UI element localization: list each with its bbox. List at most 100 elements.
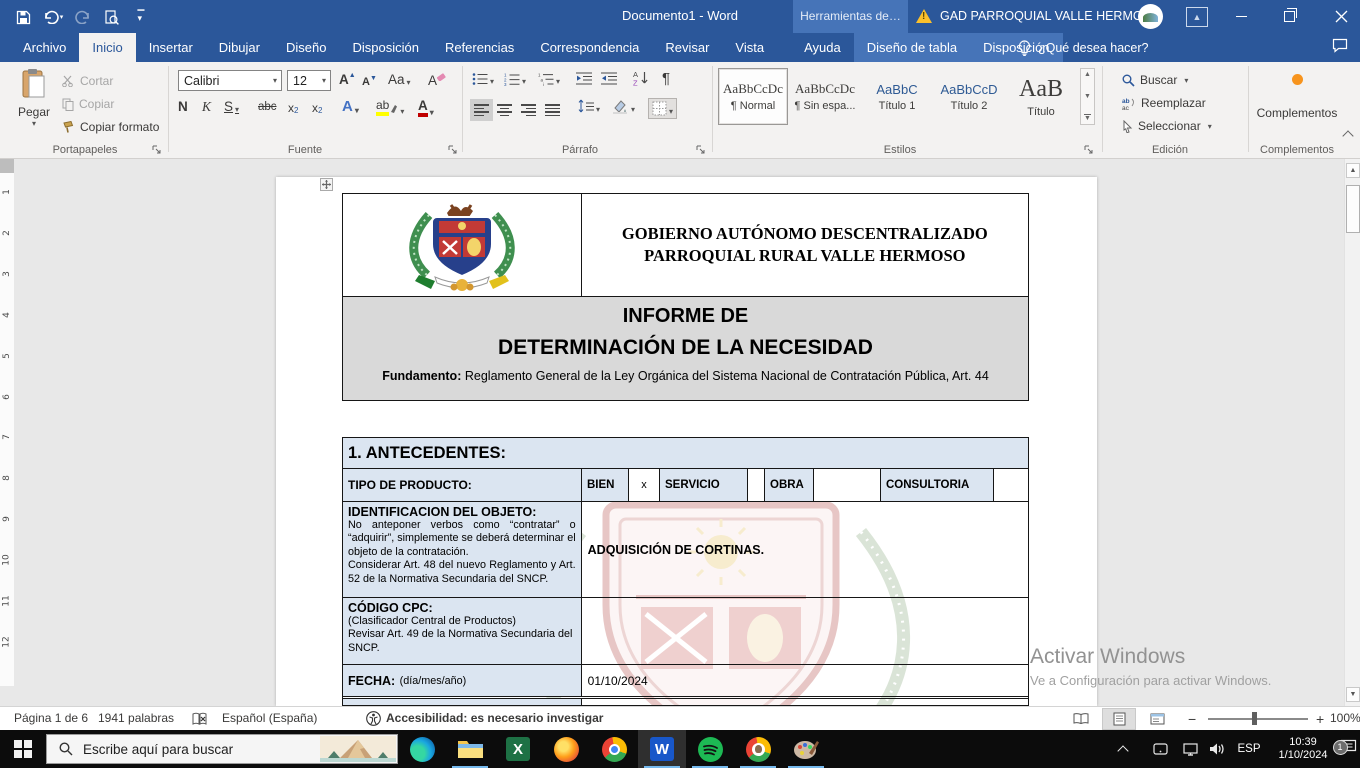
font-name-combo[interactable]: Calibri▾ [178, 70, 282, 91]
taskbar-paint-palette-app-icon[interactable] [782, 730, 830, 768]
style-card[interactable]: AaBbCcDc ¶ Sin espa... [790, 68, 860, 125]
style-card[interactable]: AaBbCcDc ¶ Normal [718, 68, 788, 125]
word-count[interactable]: 1941 palabras [98, 711, 174, 725]
fecha-value-cell[interactable]: 01/10/2024 [581, 665, 1028, 696]
zoom-out-button[interactable]: − [1188, 711, 1196, 727]
ribbon-tab[interactable]: Vista [722, 33, 777, 62]
zoom-slider-thumb[interactable] [1252, 712, 1257, 725]
decrease-indent-button[interactable] [576, 72, 592, 85]
ribbon-display-options-button[interactable]: ▲ [1186, 7, 1208, 27]
comments-icon[interactable] [1332, 38, 1348, 58]
taskbar-spotify-icon[interactable] [686, 730, 734, 768]
tray-device-icon[interactable] [1148, 730, 1172, 768]
save-icon[interactable] [12, 7, 34, 27]
font-size-combo[interactable]: 12▾ [287, 70, 331, 91]
ribbon-tab[interactable]: Diseño [273, 33, 339, 62]
tell-me-box[interactable]: ¿Qué desea hacer? [1018, 33, 1149, 62]
taskbar-edge-icon[interactable] [398, 730, 446, 768]
header-table[interactable]: GOBIERNO AUTÓNOMO DESCENTRALIZADO PARROQ… [342, 193, 1029, 401]
taskbar-search[interactable]: Escribe aquí para buscar [46, 734, 398, 764]
ribbon-tab[interactable]: Dibujar [206, 33, 273, 62]
warning-icon[interactable]: ! [916, 9, 932, 23]
italic-button[interactable]: K [202, 99, 211, 115]
style-card[interactable]: AaB Título [1006, 68, 1076, 125]
justify-button[interactable] [545, 102, 560, 118]
taskbar-firefox-icon[interactable] [542, 730, 590, 768]
ribbon-tab[interactable]: Correspondencia [527, 33, 652, 62]
font-color-button[interactable]: A▾ [418, 98, 434, 117]
numbering-button[interactable]: 123▾ [504, 72, 526, 86]
ribbon-tab[interactable]: Revisar [652, 33, 722, 62]
scroll-up-button[interactable]: ▲ [1346, 163, 1360, 178]
tray-network-icon[interactable] [1178, 730, 1202, 768]
restore-button[interactable] [1272, 0, 1306, 33]
ribbon-tab[interactable]: Archivo [10, 33, 79, 62]
subscript-button[interactable]: x2 [288, 101, 298, 115]
highlight-color-button[interactable]: ab▾ [376, 98, 404, 116]
styles-gallery-scroll[interactable]: ▲▼▼ [1080, 68, 1095, 125]
language-indicator[interactable]: Español (España) [222, 711, 317, 725]
align-right-button[interactable] [521, 102, 536, 118]
redo-button[interactable] [72, 7, 94, 27]
text-effects-button[interactable]: A▾ [342, 98, 359, 115]
clear-formatting-button[interactable]: A [428, 72, 446, 88]
paste-button[interactable]: Pegar ▾ [14, 68, 54, 138]
document-page[interactable]: E HERMOSO TURÍSTICO Y PRODUCTIVO [276, 177, 1097, 706]
ribbon-tab[interactable]: Ayuda [791, 33, 854, 62]
line-spacing-button[interactable]: ▾ [578, 99, 600, 114]
accessibility-status[interactable]: Accesibilidad: es necesario investigar [386, 711, 603, 725]
codigo-cpc-value-cell[interactable] [581, 598, 1028, 664]
zoom-in-button[interactable]: + [1316, 711, 1324, 727]
cut-button[interactable]: Cortar [62, 74, 113, 88]
obra-mark-cell[interactable] [813, 469, 880, 501]
ribbon-tab[interactable]: Inicio [79, 33, 135, 62]
minimize-button[interactable] [1224, 0, 1258, 33]
consultoria-mark-cell[interactable] [993, 469, 1028, 501]
zoom-level[interactable]: 100% [1330, 711, 1360, 725]
replace-button[interactable]: abac Reemplazar [1122, 96, 1206, 110]
print-layout-button[interactable] [1102, 708, 1136, 730]
strikethrough-button[interactable]: abc [258, 101, 277, 113]
ribbon-tab[interactable]: Diseño de tabla [854, 33, 970, 62]
vertical-scrollbar[interactable]: ▲ ▼ [1344, 159, 1360, 706]
close-button[interactable] [1322, 0, 1360, 33]
paragraph-dialog-launcher[interactable] [696, 145, 706, 155]
avatar[interactable] [1138, 4, 1163, 29]
taskbar-word-icon[interactable]: W [638, 730, 686, 768]
proofing-status-icon[interactable] [192, 712, 207, 726]
underline-button[interactable]: S▾ [224, 99, 239, 114]
taskbar-excel-icon[interactable]: X [494, 730, 542, 768]
bold-button[interactable]: N [178, 99, 188, 114]
print-preview-icon[interactable] [100, 7, 122, 27]
start-button[interactable] [0, 730, 46, 768]
styles-dialog-launcher[interactable] [1084, 145, 1094, 155]
taskbar-chrome-profile-icon[interactable] [734, 730, 782, 768]
action-center-button[interactable]: 1 [1336, 730, 1360, 768]
vertical-ruler[interactable]: 123456789101112 [0, 159, 14, 686]
accessibility-icon[interactable] [366, 711, 381, 726]
show-paragraph-marks-button[interactable]: ¶ [662, 70, 670, 87]
addins-button[interactable]: Complementos [1252, 72, 1342, 120]
multilevel-list-button[interactable]: 1ai▾ [538, 72, 560, 86]
taskbar-chrome-icon[interactable] [590, 730, 638, 768]
tray-show-hidden-icons[interactable] [1112, 730, 1134, 768]
font-dialog-launcher[interactable] [448, 145, 458, 155]
objeto-value-cell[interactable]: ADQUISICIÓN DE CORTINAS. [581, 502, 1028, 597]
grow-font-button[interactable]: A▲ [339, 72, 356, 87]
antecedentes-table[interactable]: 1. ANTECEDENTES: TIPO DE PRODUCTO: BIEN … [342, 437, 1029, 706]
increase-indent-button[interactable] [601, 72, 617, 85]
shrink-font-button[interactable]: A▼ [362, 75, 377, 88]
web-layout-button[interactable] [1140, 708, 1174, 730]
undo-button[interactable]: ▾ [38, 7, 68, 27]
account-name[interactable]: GAD PARROQUIAL VALLE HERMOSO [940, 9, 1161, 23]
customize-quick-access-button[interactable]: ▔▾ [130, 7, 152, 27]
change-case-button[interactable]: Aa▾ [388, 72, 411, 87]
taskbar-file-explorer-icon[interactable] [446, 730, 494, 768]
scrollbar-thumb[interactable] [1346, 185, 1360, 233]
superscript-button[interactable]: x2 [312, 101, 322, 115]
tray-clock[interactable]: 10:391/10/2024 [1272, 730, 1334, 768]
align-left-button[interactable] [470, 99, 493, 121]
borders-button[interactable]: ▾ [648, 98, 677, 119]
tray-language-indicator[interactable]: ESP [1234, 730, 1264, 768]
copy-button[interactable]: Copiar [62, 97, 114, 111]
